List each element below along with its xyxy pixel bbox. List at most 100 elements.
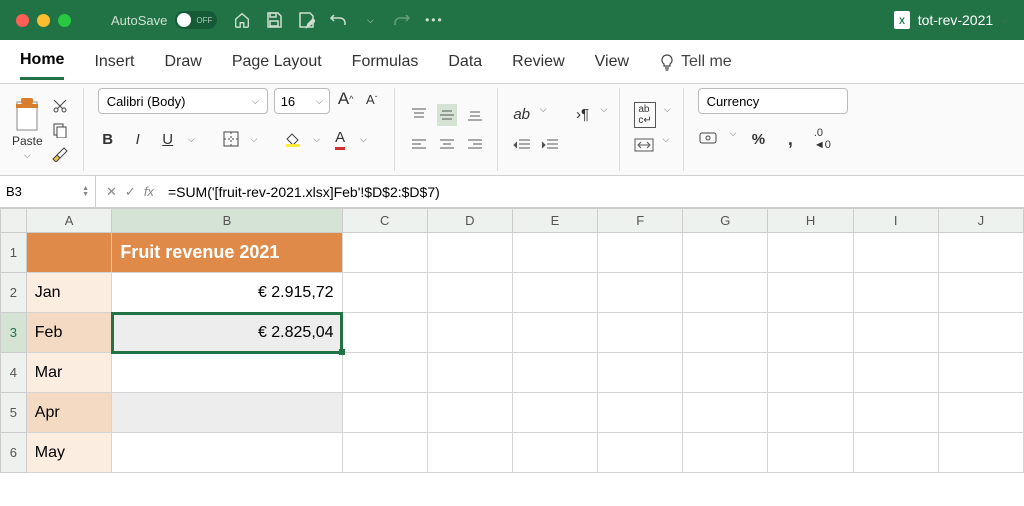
number-format-select[interactable]: Currency (698, 88, 848, 114)
redo-icon[interactable] (393, 11, 411, 29)
home-icon[interactable] (233, 11, 251, 29)
scissors-icon (52, 98, 68, 114)
col-header-a[interactable]: A (26, 209, 112, 233)
tab-review[interactable]: Review (512, 45, 564, 79)
paste-label: Paste (12, 134, 43, 148)
align-right-button[interactable] (465, 134, 485, 156)
window-controls (16, 14, 71, 27)
cancel-formula-button[interactable]: ✕ (106, 184, 117, 200)
cell-a2[interactable]: Jan (26, 273, 112, 313)
format-painter-button[interactable] (49, 144, 71, 164)
col-header-f[interactable]: F (598, 209, 683, 233)
cell-a1[interactable] (26, 233, 112, 273)
shrink-font-button[interactable]: Aˇ (362, 88, 382, 110)
col-header-g[interactable]: G (683, 209, 768, 233)
rtl-button[interactable]: ›¶ (573, 104, 593, 126)
tab-home[interactable]: Home (20, 43, 64, 80)
name-box[interactable]: B3 ▲▼ (0, 176, 96, 207)
undo-dropdown-icon[interactable]: ⌵ (361, 11, 379, 29)
col-header-c[interactable]: C (342, 209, 427, 233)
tab-data[interactable]: Data (448, 45, 482, 79)
orientation-button[interactable]: ab (512, 104, 532, 126)
font-color-button[interactable]: A (330, 128, 350, 150)
fill-handle[interactable] (339, 349, 345, 355)
col-header-j[interactable]: J (938, 209, 1023, 233)
tell-me[interactable]: Tell me (659, 53, 732, 71)
cell-a6[interactable]: May (26, 433, 112, 473)
stepper-icon[interactable]: ▲▼ (82, 186, 89, 198)
align-top-button[interactable] (409, 104, 429, 126)
row-header-6[interactable]: 6 (1, 433, 27, 473)
italic-button[interactable]: I (128, 128, 148, 150)
merge-button[interactable] (634, 134, 654, 156)
bold-button[interactable]: B (98, 128, 118, 150)
font-size-select[interactable]: 16⌵ (274, 88, 330, 114)
cell-a3[interactable]: Feb (26, 313, 112, 353)
cell-a4[interactable]: Mar (26, 353, 112, 393)
cell-b3[interactable]: € 2.825,04 (112, 313, 342, 353)
formula-bar: B3 ▲▼ ✕ ✓ fx =SUM('[fruit-rev-2021.xlsx]… (0, 176, 1024, 208)
col-header-b[interactable]: B (112, 209, 342, 233)
merge-icon (634, 138, 654, 152)
spreadsheet: A B C D E F G H I J 1 Fruit revenue 2021… (0, 208, 1024, 473)
col-header-d[interactable]: D (427, 209, 512, 233)
paste-button[interactable]: Paste ⌵ (12, 98, 43, 161)
accounting-button[interactable] (698, 128, 718, 150)
tab-insert[interactable]: Insert (94, 45, 134, 79)
comma-button[interactable]: , (780, 128, 800, 150)
cell-c1[interactable] (342, 233, 427, 273)
close-window-button[interactable] (16, 14, 29, 27)
underline-button[interactable]: U (158, 128, 178, 150)
align-middle-button[interactable] (437, 104, 457, 126)
more-icon[interactable]: ••• (425, 11, 443, 29)
wrap-text-button[interactable]: abc↵ (634, 104, 655, 126)
fx-button[interactable]: fx (144, 184, 154, 199)
border-icon (223, 131, 239, 147)
grow-font-button[interactable]: A^ (336, 88, 356, 110)
align-bottom-button[interactable] (465, 104, 485, 126)
increase-indent-button[interactable] (540, 134, 560, 156)
cell-b2[interactable]: € 2.915,72 (112, 273, 342, 313)
filename-area[interactable]: X tot-rev-2021 ⌵ (894, 11, 1008, 29)
select-all-corner[interactable] (1, 209, 27, 233)
toggle-switch[interactable]: OFF (175, 11, 217, 29)
tell-me-label: Tell me (681, 53, 732, 71)
filename-label: tot-rev-2021 (918, 12, 993, 28)
copy-button[interactable] (49, 120, 71, 140)
tab-draw[interactable]: Draw (164, 45, 201, 79)
minimize-window-button[interactable] (37, 14, 50, 27)
align-left-button[interactable] (409, 134, 429, 156)
cut-button[interactable] (49, 96, 71, 116)
align-center-button[interactable] (437, 134, 457, 156)
decrease-decimal-button[interactable]: .0◄0 (812, 128, 832, 150)
maximize-window-button[interactable] (58, 14, 71, 27)
tab-view[interactable]: View (595, 45, 629, 79)
cell-b5[interactable] (112, 393, 342, 433)
row-header-5[interactable]: 5 (1, 393, 27, 433)
cell-b4[interactable] (112, 353, 342, 393)
row-header-3[interactable]: 3 (1, 313, 27, 353)
save-icon[interactable] (265, 11, 283, 29)
tab-formulas[interactable]: Formulas (352, 45, 419, 79)
cell-b1[interactable]: Fruit revenue 2021 (112, 233, 342, 273)
borders-button[interactable] (221, 128, 241, 150)
cell-b6[interactable] (112, 433, 342, 473)
percent-button[interactable]: % (748, 128, 768, 150)
fill-color-button[interactable] (283, 128, 303, 150)
row-header-1[interactable]: 1 (1, 233, 27, 273)
save-as-icon[interactable] (297, 11, 315, 29)
font-name-select[interactable]: Calibri (Body)⌵ (98, 88, 268, 114)
undo-icon[interactable] (329, 11, 347, 29)
decrease-indent-button[interactable] (512, 134, 532, 156)
autosave-toggle[interactable]: AutoSave OFF (111, 11, 217, 29)
excel-file-icon: X (894, 11, 910, 29)
col-header-h[interactable]: H (768, 209, 853, 233)
accept-formula-button[interactable]: ✓ (125, 184, 136, 200)
cell-a5[interactable]: Apr (26, 393, 112, 433)
col-header-e[interactable]: E (512, 209, 597, 233)
row-header-2[interactable]: 2 (1, 273, 27, 313)
tab-page-layout[interactable]: Page Layout (232, 45, 322, 79)
col-header-i[interactable]: I (853, 209, 938, 233)
row-header-4[interactable]: 4 (1, 353, 27, 393)
formula-input[interactable]: =SUM('[fruit-rev-2021.xlsx]Feb'!$D$2:$D$… (164, 184, 1024, 200)
